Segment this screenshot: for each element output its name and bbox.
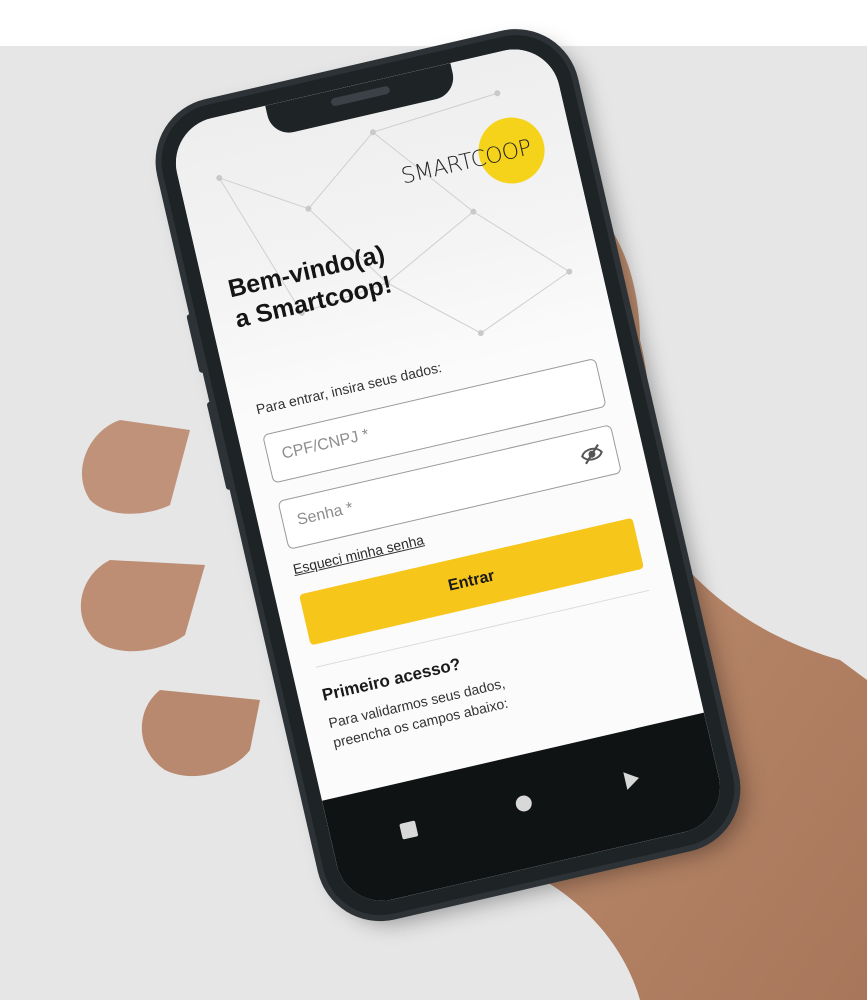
triangle-back-icon[interactable] xyxy=(623,769,642,790)
circle-icon[interactable] xyxy=(514,793,534,814)
eye-off-icon[interactable] xyxy=(578,441,606,468)
speaker-grille xyxy=(330,85,391,107)
square-icon[interactable] xyxy=(399,820,419,840)
entrar-button[interactable]: Entrar xyxy=(299,517,644,646)
